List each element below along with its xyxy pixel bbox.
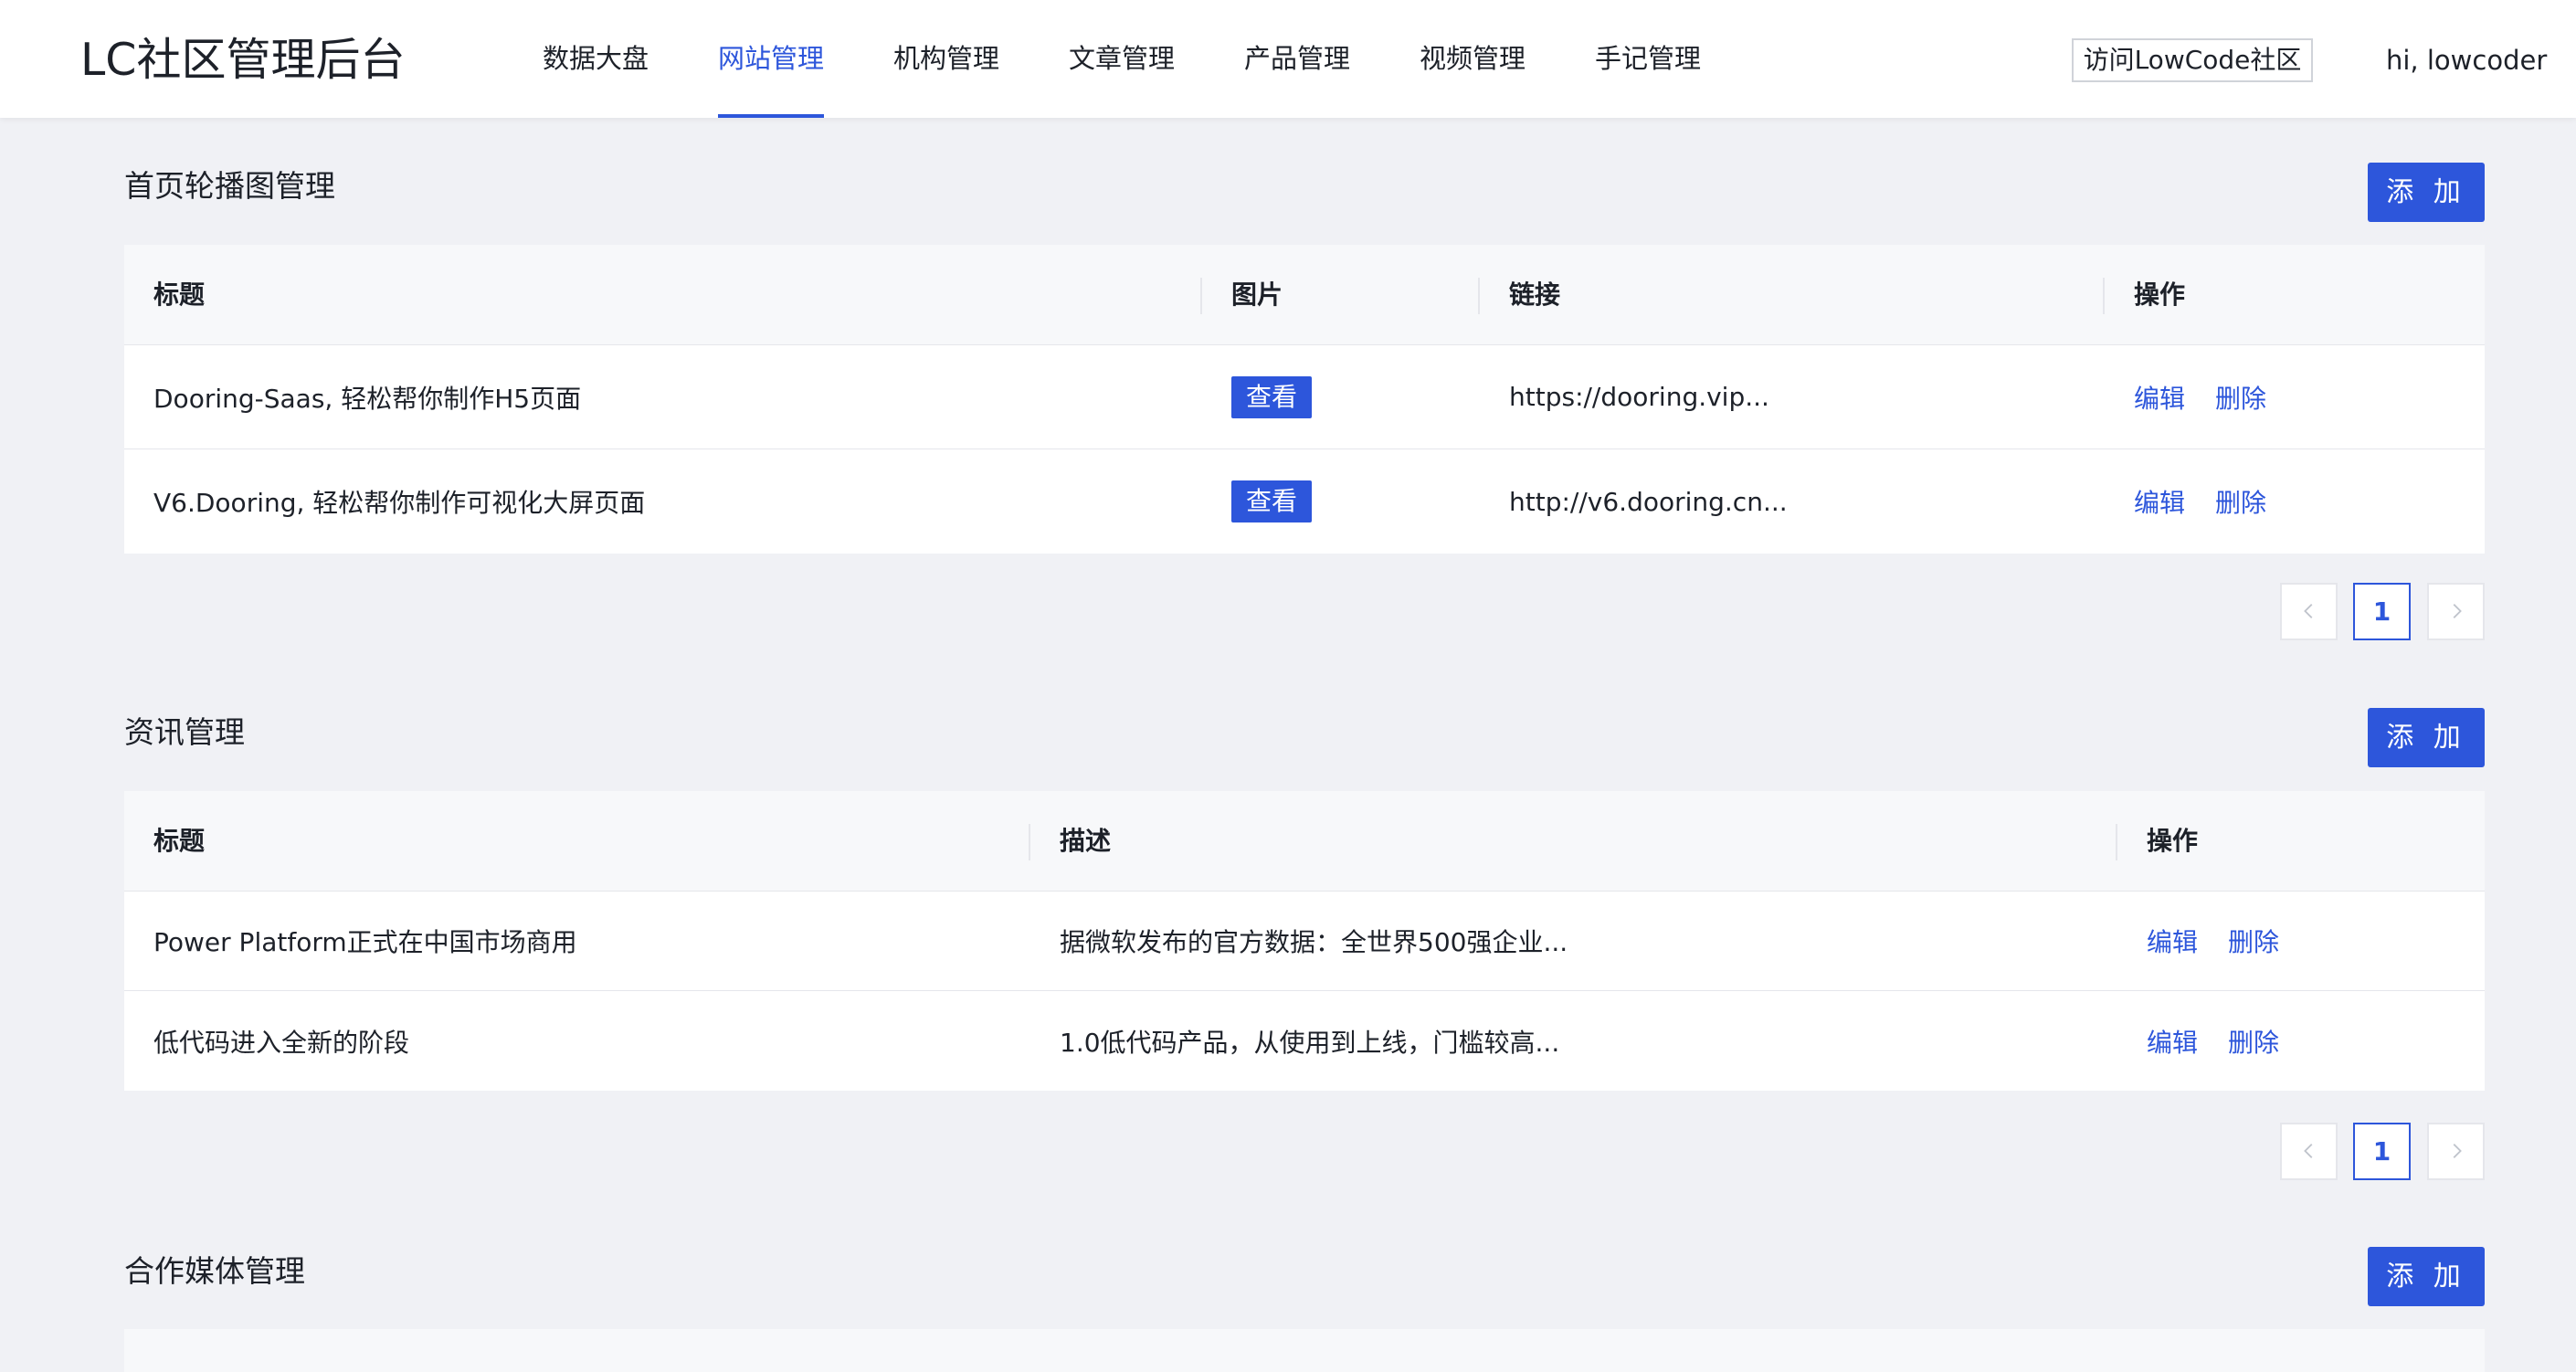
- edit-link[interactable]: 编辑: [2147, 1023, 2198, 1060]
- table-header: 标题 描述 操作: [124, 791, 2485, 892]
- column-header-actions: 操作: [2134, 280, 2186, 310]
- edit-link[interactable]: 编辑: [2134, 483, 2185, 520]
- prev-page-button[interactable]: [2280, 1123, 2338, 1180]
- user-greeting[interactable]: hi, lowcoder: [2386, 38, 2547, 82]
- view-image-button[interactable]: 查看: [1231, 480, 1313, 522]
- column-header-description: 描述: [1060, 826, 1112, 856]
- app-title: LC社区管理后台: [80, 34, 406, 86]
- top-header: LC社区管理后台 数据大盘 网站管理 机构管理 文章管理 产品管理 视频管理 手…: [0, 0, 2576, 118]
- column-header-title: 标题: [153, 826, 206, 856]
- table-header: 标题 图片 链接 操作: [124, 245, 2485, 345]
- row-description: 1.0低代码产品，从使用到上线，门槛较高...: [1060, 1027, 1560, 1058]
- nav-item-website[interactable]: 网站管理: [718, 0, 825, 118]
- page-number-button[interactable]: 1: [2353, 583, 2411, 640]
- news-add-button[interactable]: 添 加: [2368, 708, 2485, 767]
- news-section-title: 资讯管理: [124, 714, 245, 750]
- row-actions: 编辑 删除: [2147, 991, 2309, 1091]
- news-table: 标题 描述 操作 Power Platform正式在中国市场商用 据微软发布的官…: [124, 791, 2485, 1091]
- column-divider: [2116, 824, 2117, 860]
- view-image-button[interactable]: 查看: [1231, 375, 1313, 418]
- delete-link[interactable]: 删除: [2215, 379, 2266, 416]
- chevron-left-icon: [2303, 1144, 2312, 1158]
- nav-item-videos[interactable]: 视频管理: [1420, 0, 1526, 118]
- nav-item-organization[interactable]: 机构管理: [893, 0, 999, 118]
- delete-link[interactable]: 删除: [2215, 483, 2266, 520]
- prev-page-button[interactable]: [2280, 583, 2338, 640]
- media-section-title: 合作媒体管理: [124, 1253, 305, 1289]
- table-row: V6.Dooring, 轻松帮你制作可视化大屏页面 查看 http://v6.d…: [124, 449, 2485, 554]
- media-table: [124, 1329, 2485, 1372]
- column-header-title: 标题: [153, 280, 206, 310]
- row-title: V6.Dooring, 轻松帮你制作可视化大屏页面: [153, 488, 646, 518]
- delete-link[interactable]: 删除: [2228, 923, 2279, 959]
- nav-item-dashboard[interactable]: 数据大盘: [543, 0, 649, 118]
- column-divider: [2103, 278, 2105, 314]
- column-header-actions: 操作: [2147, 826, 2199, 856]
- image-cell: 查看: [1231, 345, 1313, 449]
- visit-community-button[interactable]: 访问LowCode社区: [2072, 38, 2313, 82]
- row-title: Dooring-Saas, 轻松帮你制作H5页面: [153, 383, 582, 414]
- news-pagination: 1: [2280, 1123, 2485, 1180]
- nav-item-products[interactable]: 产品管理: [1244, 0, 1350, 118]
- row-description: 据微软发布的官方数据：全世界500强企业...: [1060, 927, 1568, 957]
- edit-link[interactable]: 编辑: [2134, 379, 2185, 416]
- table-row: Dooring-Saas, 轻松帮你制作H5页面 查看 https://door…: [124, 345, 2485, 449]
- row-title: Power Platform正式在中国市场商用: [153, 927, 577, 957]
- carousel-pagination: 1: [2280, 583, 2485, 640]
- column-divider: [1478, 278, 1480, 314]
- chevron-left-icon: [2303, 604, 2312, 618]
- media-add-button[interactable]: 添 加: [2368, 1247, 2485, 1306]
- image-cell: 查看: [1231, 449, 1313, 554]
- column-header-link: 链接: [1509, 280, 1561, 310]
- table-row: 低代码进入全新的阶段 1.0低代码产品，从使用到上线，门槛较高... 编辑 删除: [124, 991, 2485, 1091]
- column-divider: [1200, 278, 1202, 314]
- column-header-image: 图片: [1231, 280, 1283, 310]
- chevron-right-icon: [2453, 1144, 2462, 1158]
- nav-item-notes[interactable]: 手记管理: [1595, 0, 1701, 118]
- edit-link[interactable]: 编辑: [2147, 923, 2198, 959]
- table-row: Power Platform正式在中国市场商用 据微软发布的官方数据：全世界50…: [124, 892, 2485, 991]
- chevron-right-icon: [2453, 604, 2462, 618]
- page-number-button[interactable]: 1: [2353, 1123, 2411, 1180]
- next-page-button[interactable]: [2427, 583, 2485, 640]
- row-link: http://v6.dooring.cn...: [1509, 486, 1788, 517]
- row-actions: 编辑 删除: [2147, 892, 2309, 990]
- next-page-button[interactable]: [2427, 1123, 2485, 1180]
- carousel-table: 标题 图片 链接 操作 Dooring-Saas, 轻松帮你制作H5页面 查看 …: [124, 245, 2485, 554]
- carousel-add-button[interactable]: 添 加: [2368, 163, 2485, 222]
- carousel-section-title: 首页轮播图管理: [124, 168, 335, 204]
- row-title: 低代码进入全新的阶段: [153, 1027, 410, 1058]
- row-link: https://dooring.vip...: [1509, 382, 1769, 412]
- column-divider: [1029, 824, 1030, 860]
- nav-item-articles[interactable]: 文章管理: [1069, 0, 1175, 118]
- row-actions: 编辑 删除: [2134, 345, 2296, 449]
- delete-link[interactable]: 删除: [2228, 1023, 2279, 1060]
- row-actions: 编辑 删除: [2134, 449, 2296, 554]
